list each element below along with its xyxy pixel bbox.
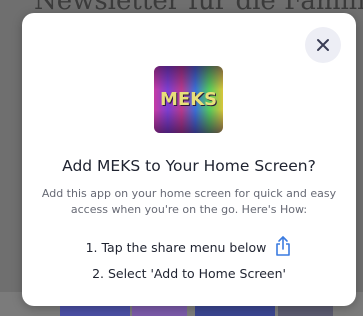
instruction-step-1: 1. Tap the share menu below (22, 235, 356, 257)
instruction-step-1-text: 1. Tap the share menu below (85, 240, 267, 255)
app-logo: MEKS (154, 66, 223, 133)
instruction-step-2: 2. Select 'Add to Home Screen' (92, 266, 286, 281)
share-icon (276, 236, 291, 256)
page: Newsletter für die Familie MEKS Add MEKS… (0, 0, 363, 316)
close-button[interactable] (305, 27, 341, 63)
dialog-description: Add this app on your home screen for qui… (41, 187, 337, 216)
close-icon (317, 39, 329, 51)
app-logo-text: MEKS (159, 89, 218, 110)
dialog-title: Add MEKS to Your Home Screen? (62, 157, 316, 175)
add-to-home-screen-dialog: MEKS Add MEKS to Your Home Screen? Add t… (22, 13, 356, 306)
